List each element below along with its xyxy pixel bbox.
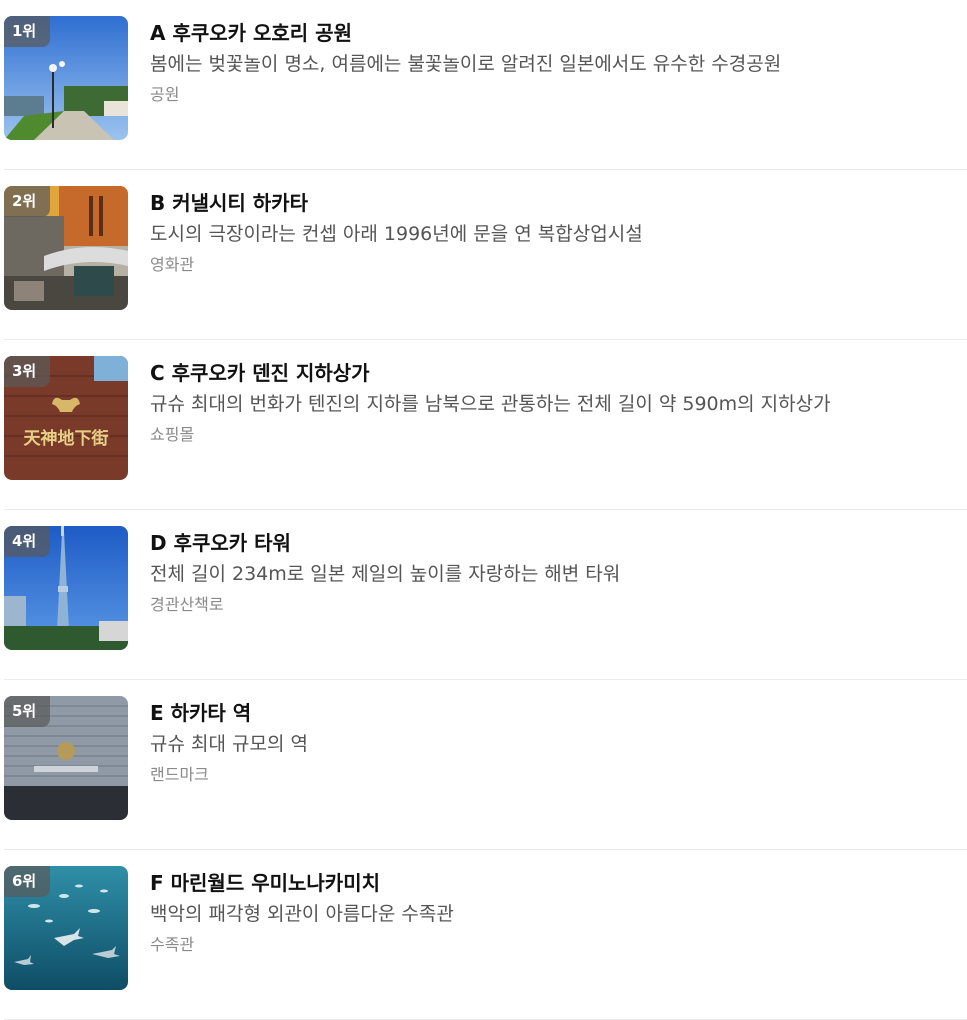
item-category: 랜드마크 — [150, 765, 209, 784]
item-category: 쇼핑몰 — [150, 425, 195, 444]
sign-text: 天神地下街 — [24, 428, 109, 449]
item-description: 도시의 극장이라는 컨셉 아래 1996년에 문을 연 복합상업시설 — [150, 223, 643, 245]
item-category: 공원 — [150, 85, 180, 104]
list-item[interactable]: 6위 F 마린월드 우미노나카미치 백악의 패각형 외관이 아름다운 수족관 수… — [4, 850, 967, 1020]
list-item[interactable]: 2위 B 커낼시티 하카타 도시의 극장이라는 컨셉 아래 1996년에 문을 … — [4, 170, 967, 340]
station-photo[interactable]: 5위 — [4, 696, 128, 820]
tower-photo[interactable]: 4위 — [4, 526, 128, 650]
list-item[interactable]: 5위 E 하카타 역 규슈 최대 규모의 역 랜드마크 — [4, 680, 967, 850]
list-item[interactable]: 天神地下街 3위 C 후쿠오카 덴진 지하상가 규슈 최대의 번화가 텐진의 지… — [4, 340, 967, 510]
list-item[interactable]: 1위 A 후쿠오카 오호리 공원 봄에는 벚꽃놀이 명소, 여름에는 불꽃놀이로… — [4, 0, 967, 170]
rank-badge: 3위 — [4, 356, 50, 387]
item-category: 경관산책로 — [150, 595, 224, 614]
item-category: 영화관 — [150, 255, 195, 274]
item-description: 규슈 최대 규모의 역 — [150, 733, 308, 755]
underground-mall-sign-photo[interactable]: 天神地下街 3위 — [4, 356, 128, 480]
rank-badge: 5위 — [4, 696, 50, 727]
item-title[interactable]: E 하카타 역 — [150, 700, 960, 726]
rank-badge: 1위 — [4, 16, 50, 47]
mall-photo[interactable]: 2위 — [4, 186, 128, 310]
item-description: 봄에는 벚꽃놀이 명소, 여름에는 불꽃놀이로 알려진 일본에서도 유수한 수경… — [150, 53, 782, 75]
list-item[interactable]: 4위 D 후쿠오카 타워 전체 길이 234m로 일본 제일의 높이를 자랑하는… — [4, 510, 967, 680]
item-title[interactable]: B 커낼시티 하카타 — [150, 190, 960, 216]
park-photo[interactable]: 1위 — [4, 16, 128, 140]
item-description: 백악의 패각형 외관이 아름다운 수족관 — [150, 903, 454, 925]
rank-badge: 6위 — [4, 866, 50, 897]
rank-badge: 2위 — [4, 186, 50, 217]
item-title[interactable]: C 후쿠오카 덴진 지하상가 — [150, 360, 960, 386]
rank-badge: 4위 — [4, 526, 50, 557]
item-title[interactable]: F 마린월드 우미노나카미치 — [150, 870, 960, 896]
aquarium-photo[interactable]: 6위 — [4, 866, 128, 990]
item-title[interactable]: D 후쿠오카 타워 — [150, 530, 960, 556]
item-description: 전체 길이 234m로 일본 제일의 높이를 자랑하는 해변 타워 — [150, 563, 621, 585]
item-description: 규슈 최대의 번화가 텐진의 지하를 남북으로 관통하는 전체 길이 약 590… — [150, 393, 831, 415]
item-category: 수족관 — [150, 935, 195, 954]
item-title[interactable]: A 후쿠오카 오호리 공원 — [150, 20, 960, 46]
